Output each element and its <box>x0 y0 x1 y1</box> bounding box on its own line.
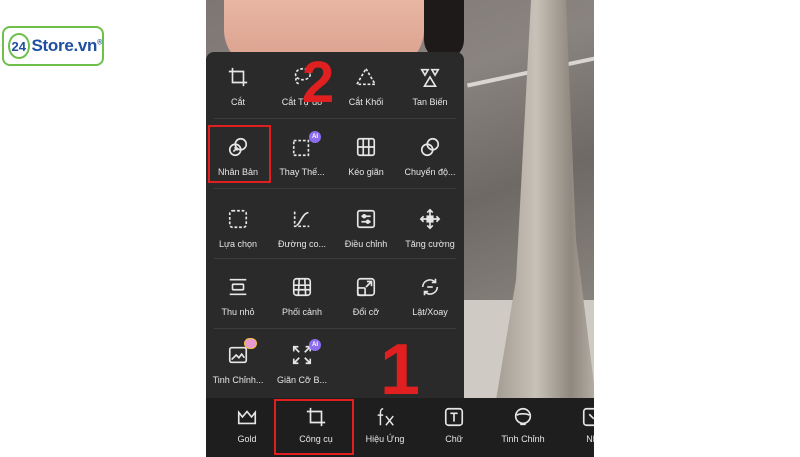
tab-tinh-chinh[interactable]: Tinh Chỉnh <box>486 406 560 454</box>
tool-thu-nho[interactable]: Thu nhỏ <box>206 262 270 332</box>
tool-tinh-chinh-anh[interactable]: Tinh Chỉnh... <box>206 330 270 400</box>
tool-thay-the[interactable]: AI Thay Thế... <box>270 122 334 192</box>
tool-duong-cong[interactable]: Đường co... <box>270 194 334 264</box>
logo-badge: 24 <box>8 33 30 59</box>
tab-nhan-dan[interactable]: Nh <box>555 406 594 454</box>
refine-image-icon <box>227 338 257 366</box>
sticker-icon <box>581 406 594 428</box>
store-logo: 24 Store.vn® <box>2 26 104 66</box>
row-divider <box>214 328 456 329</box>
replace-ai-icon: AI <box>291 131 321 158</box>
tool-label: Lựa chọn <box>218 239 258 249</box>
tool-label: Tăng cường <box>405 239 455 249</box>
tool-label: Thu nhỏ <box>221 307 255 317</box>
tool-label: Cắt <box>230 97 245 107</box>
tool-cat[interactable]: Cắt <box>206 52 270 122</box>
selection-icon <box>227 208 249 230</box>
tool-label: Điều chỉnh <box>344 239 388 249</box>
premium-badge-icon <box>244 338 257 349</box>
tool-label: Chuyển độ... <box>404 167 456 177</box>
tools-panel: Cắt Cắt Tự do Cắt Khối Tan Biến Nhân Bản… <box>206 52 464 398</box>
perspective-icon <box>291 276 313 298</box>
tool-phoi-canh[interactable]: Phối cảnh <box>270 262 334 332</box>
tool-lua-chon[interactable]: Lựa chọn <box>206 194 270 264</box>
enhance-icon <box>419 208 441 230</box>
tool-keo-gian[interactable]: Kéo giãn <box>334 122 398 192</box>
motion-icon <box>419 136 441 158</box>
tool-label: Cắt Khối <box>348 97 384 107</box>
adjust-icon <box>355 208 377 230</box>
highlight-nhan-ban <box>208 125 271 183</box>
tool-label: Thay Thế... <box>279 167 325 177</box>
tool-cat-khoi[interactable]: Cắt Khối <box>334 52 398 122</box>
stretch-grid-icon <box>355 136 377 158</box>
crop-icon <box>227 66 249 88</box>
ai-badge: AI <box>309 131 321 143</box>
tab-label: Nh <box>586 434 594 444</box>
tool-dieu-chinh[interactable]: Điều chỉnh <box>334 194 398 264</box>
tool-lat-xoay[interactable]: Lật/Xoay <box>398 262 462 332</box>
tool-label: Giãn Cỡ B... <box>277 375 327 385</box>
flip-rotate-icon <box>419 276 441 298</box>
tab-chu[interactable]: Chữ <box>417 406 491 454</box>
tool-label: Kéo giãn <box>348 167 384 177</box>
tool-label: Đổi cỡ <box>352 307 380 317</box>
row-divider <box>214 188 456 189</box>
tab-label: Chữ <box>445 434 463 444</box>
tool-label: Tan Biến <box>412 97 448 107</box>
tool-label: Đường co... <box>278 239 326 249</box>
tool-doi-co[interactable]: Đổi cỡ <box>334 262 398 332</box>
row-divider <box>214 258 456 259</box>
tool-label: Tinh Chỉnh... <box>212 375 264 385</box>
photo-hair <box>424 0 464 60</box>
shapes-icon <box>419 66 441 88</box>
tool-gian-co-bang-ai[interactable]: AI Giãn Cỡ B... <box>270 330 334 400</box>
tab-label: Hiệu Ứng <box>365 434 405 444</box>
tab-gold[interactable]: Gold <box>210 406 284 454</box>
logo-name: Store.vn® <box>31 36 103 55</box>
tool-label: Lật/Xoay <box>412 307 448 317</box>
shrink-icon <box>227 276 249 298</box>
curve-icon <box>291 208 313 230</box>
retouch-icon <box>512 406 534 428</box>
step-one-number: 1 <box>380 330 421 410</box>
tab-label: Tinh Chỉnh <box>501 434 545 444</box>
tool-label: Phối cảnh <box>281 307 323 317</box>
tool-tang-cuong[interactable]: Tăng cường <box>398 194 462 264</box>
highlight-cong-cu <box>274 399 354 455</box>
resize-icon <box>355 276 377 298</box>
tab-hieu-ung[interactable]: Hiệu Ứng <box>348 406 422 454</box>
expand-ai-icon: AI <box>291 339 321 366</box>
text-icon <box>443 406 465 428</box>
tab-label: Gold <box>237 434 257 444</box>
ai-badge: AI <box>309 339 321 351</box>
triangle-shape-icon <box>355 66 377 88</box>
crown-icon <box>236 406 258 428</box>
tool-chuyen-dong[interactable]: Chuyển độ... <box>398 122 462 192</box>
row-divider <box>214 118 456 119</box>
tool-tan-bien[interactable]: Tan Biến <box>398 52 462 122</box>
step-two-number: 2 <box>302 50 335 115</box>
